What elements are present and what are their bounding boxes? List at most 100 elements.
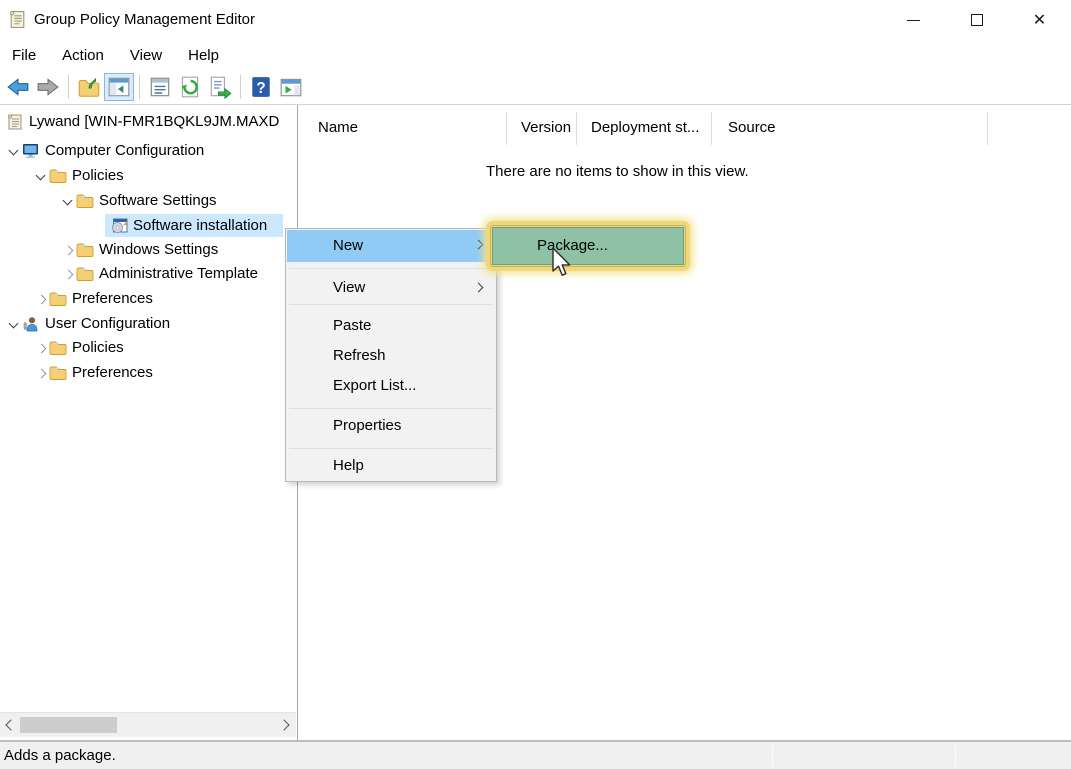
column-header-source[interactable]: Source — [712, 112, 988, 145]
new-window-icon — [280, 78, 302, 97]
tree-item-root[interactable]: Lywand [WIN-FMR1BQKL9JM.MAXD — [0, 109, 297, 134]
forward-arrow-icon — [37, 78, 59, 96]
tree-item-administrative-templates[interactable]: Administrative Template — [0, 261, 297, 286]
show-hide-console-tree-button[interactable] — [104, 73, 134, 101]
tree-item-policies[interactable]: Policies — [0, 163, 297, 188]
refresh-icon — [181, 76, 199, 98]
column-header-deployment-state[interactable]: Deployment st... — [577, 112, 712, 145]
tree-item-computer-configuration[interactable]: Computer Configuration — [0, 138, 297, 163]
window-title: Group Policy Management Editor — [34, 11, 255, 28]
back-button[interactable] — [3, 73, 33, 101]
tree-item-software-installation[interactable]: Software installation — [0, 213, 297, 238]
statusbar-divider — [772, 745, 773, 767]
context-menu-item-refresh[interactable]: Refresh — [287, 341, 495, 370]
software-installation-icon — [112, 218, 128, 233]
tree-item-user-policies[interactable]: Policies — [0, 335, 297, 360]
user-icon — [23, 316, 38, 331]
tree-item-label: Lywand [WIN-FMR1BQKL9JM.MAXD — [29, 113, 280, 130]
tree-item-user-preferences[interactable]: Preferences — [0, 360, 297, 385]
status-text: Adds a package. — [4, 747, 116, 764]
new-window-button[interactable] — [276, 73, 306, 101]
minimize-button[interactable] — [882, 0, 945, 40]
collapse-chevron-icon[interactable] — [33, 365, 49, 381]
statusbar: Adds a package. — [0, 740, 1071, 769]
context-menu-item-properties[interactable]: Properties — [287, 411, 495, 440]
collapse-chevron-icon[interactable] — [60, 266, 76, 282]
folder-icon — [49, 341, 67, 355]
folder-icon — [49, 169, 67, 183]
tree-item-label: Preferences — [72, 364, 153, 381]
tree-item-label: Software Settings — [99, 192, 217, 209]
tree-selection-highlight: Software installation — [105, 214, 283, 237]
forward-button[interactable] — [33, 73, 63, 101]
help-button[interactable]: ? — [246, 73, 276, 101]
submenu-item-package[interactable]: Package... — [492, 227, 684, 265]
mouse-cursor-icon — [552, 247, 571, 276]
tree-item-windows-settings[interactable]: Windows Settings — [0, 237, 297, 262]
scroll-left-icon[interactable] — [3, 717, 17, 733]
context-menu-item-help[interactable]: Help — [287, 451, 495, 480]
tree-item-preferences[interactable]: Preferences — [0, 286, 297, 311]
properties-button[interactable] — [145, 73, 175, 101]
expand-chevron-icon[interactable] — [60, 193, 76, 209]
column-header-filler — [988, 112, 1071, 145]
console-tree-icon — [108, 77, 130, 97]
collapse-chevron-icon[interactable] — [33, 340, 49, 356]
folder-icon — [76, 267, 94, 281]
column-header-name[interactable]: Name — [302, 112, 507, 145]
toolbar: ? — [0, 70, 1071, 105]
minimize-icon — [907, 19, 920, 21]
export-list-button[interactable] — [205, 73, 235, 101]
list-header: Name Version Deployment st... Source — [302, 112, 1071, 145]
folder-icon — [76, 194, 94, 208]
scroll-right-icon[interactable] — [279, 717, 293, 733]
group-policy-management-editor-window: Group Policy Management Editor File Acti… — [0, 0, 1071, 769]
column-header-version[interactable]: Version — [507, 112, 577, 145]
expand-chevron-icon[interactable] — [6, 143, 22, 159]
svg-text:?: ? — [256, 80, 265, 97]
toolbar-separator — [240, 75, 241, 99]
folder-icon — [49, 366, 67, 380]
horizontal-scrollbar[interactable] — [0, 712, 296, 737]
toolbar-separator — [139, 75, 140, 99]
titlebar: Group Policy Management Editor — [0, 0, 1071, 40]
context-menu-item-export-list[interactable]: Export List... — [287, 371, 495, 400]
properties-icon — [150, 77, 170, 97]
tree-item-label: Policies — [72, 339, 124, 356]
context-menu: New View Paste Refresh Export List... Pr… — [285, 228, 497, 482]
tree-item-label: Software installation — [133, 217, 268, 234]
collapse-chevron-icon[interactable] — [60, 242, 76, 258]
gpo-scroll-icon — [8, 114, 22, 129]
refresh-button[interactable] — [175, 73, 205, 101]
maximize-icon — [970, 14, 983, 26]
menu-separator — [289, 304, 493, 305]
menubar: File Action View Help — [0, 40, 1071, 70]
expand-chevron-icon[interactable] — [33, 168, 49, 184]
tree-item-label: Computer Configuration — [45, 142, 205, 159]
toolbar-separator — [68, 75, 69, 99]
context-menu-item-new[interactable]: New — [287, 230, 495, 262]
console-tree-pane: Lywand [WIN-FMR1BQKL9JM.MAXD Computer Co… — [0, 105, 298, 740]
tree-item-software-settings[interactable]: Software Settings — [0, 188, 297, 213]
tree-item-label: Administrative Template — [99, 265, 258, 282]
tree-item-label: User Configuration — [45, 315, 171, 332]
menu-file[interactable]: File — [12, 47, 36, 64]
context-menu-item-paste[interactable]: Paste — [287, 311, 495, 340]
window-controls — [882, 0, 1071, 40]
gpo-scroll-icon — [10, 11, 25, 28]
menu-help[interactable]: Help — [188, 47, 219, 64]
expand-chevron-icon[interactable] — [6, 316, 22, 332]
scrollbar-thumb[interactable] — [20, 717, 117, 733]
collapse-chevron-icon[interactable] — [33, 291, 49, 307]
menu-separator — [289, 448, 493, 449]
tree-item-user-configuration[interactable]: User Configuration — [0, 311, 297, 336]
menu-view[interactable]: View — [130, 47, 162, 64]
menu-action[interactable]: Action — [62, 47, 104, 64]
maximize-button[interactable] — [945, 0, 1008, 40]
close-button[interactable] — [1008, 0, 1071, 40]
help-icon: ? — [252, 77, 270, 97]
folder-icon — [49, 292, 67, 306]
tree-item-label: Policies — [72, 167, 124, 184]
up-one-level-button[interactable] — [74, 73, 104, 101]
context-menu-item-view[interactable]: View — [287, 273, 495, 302]
